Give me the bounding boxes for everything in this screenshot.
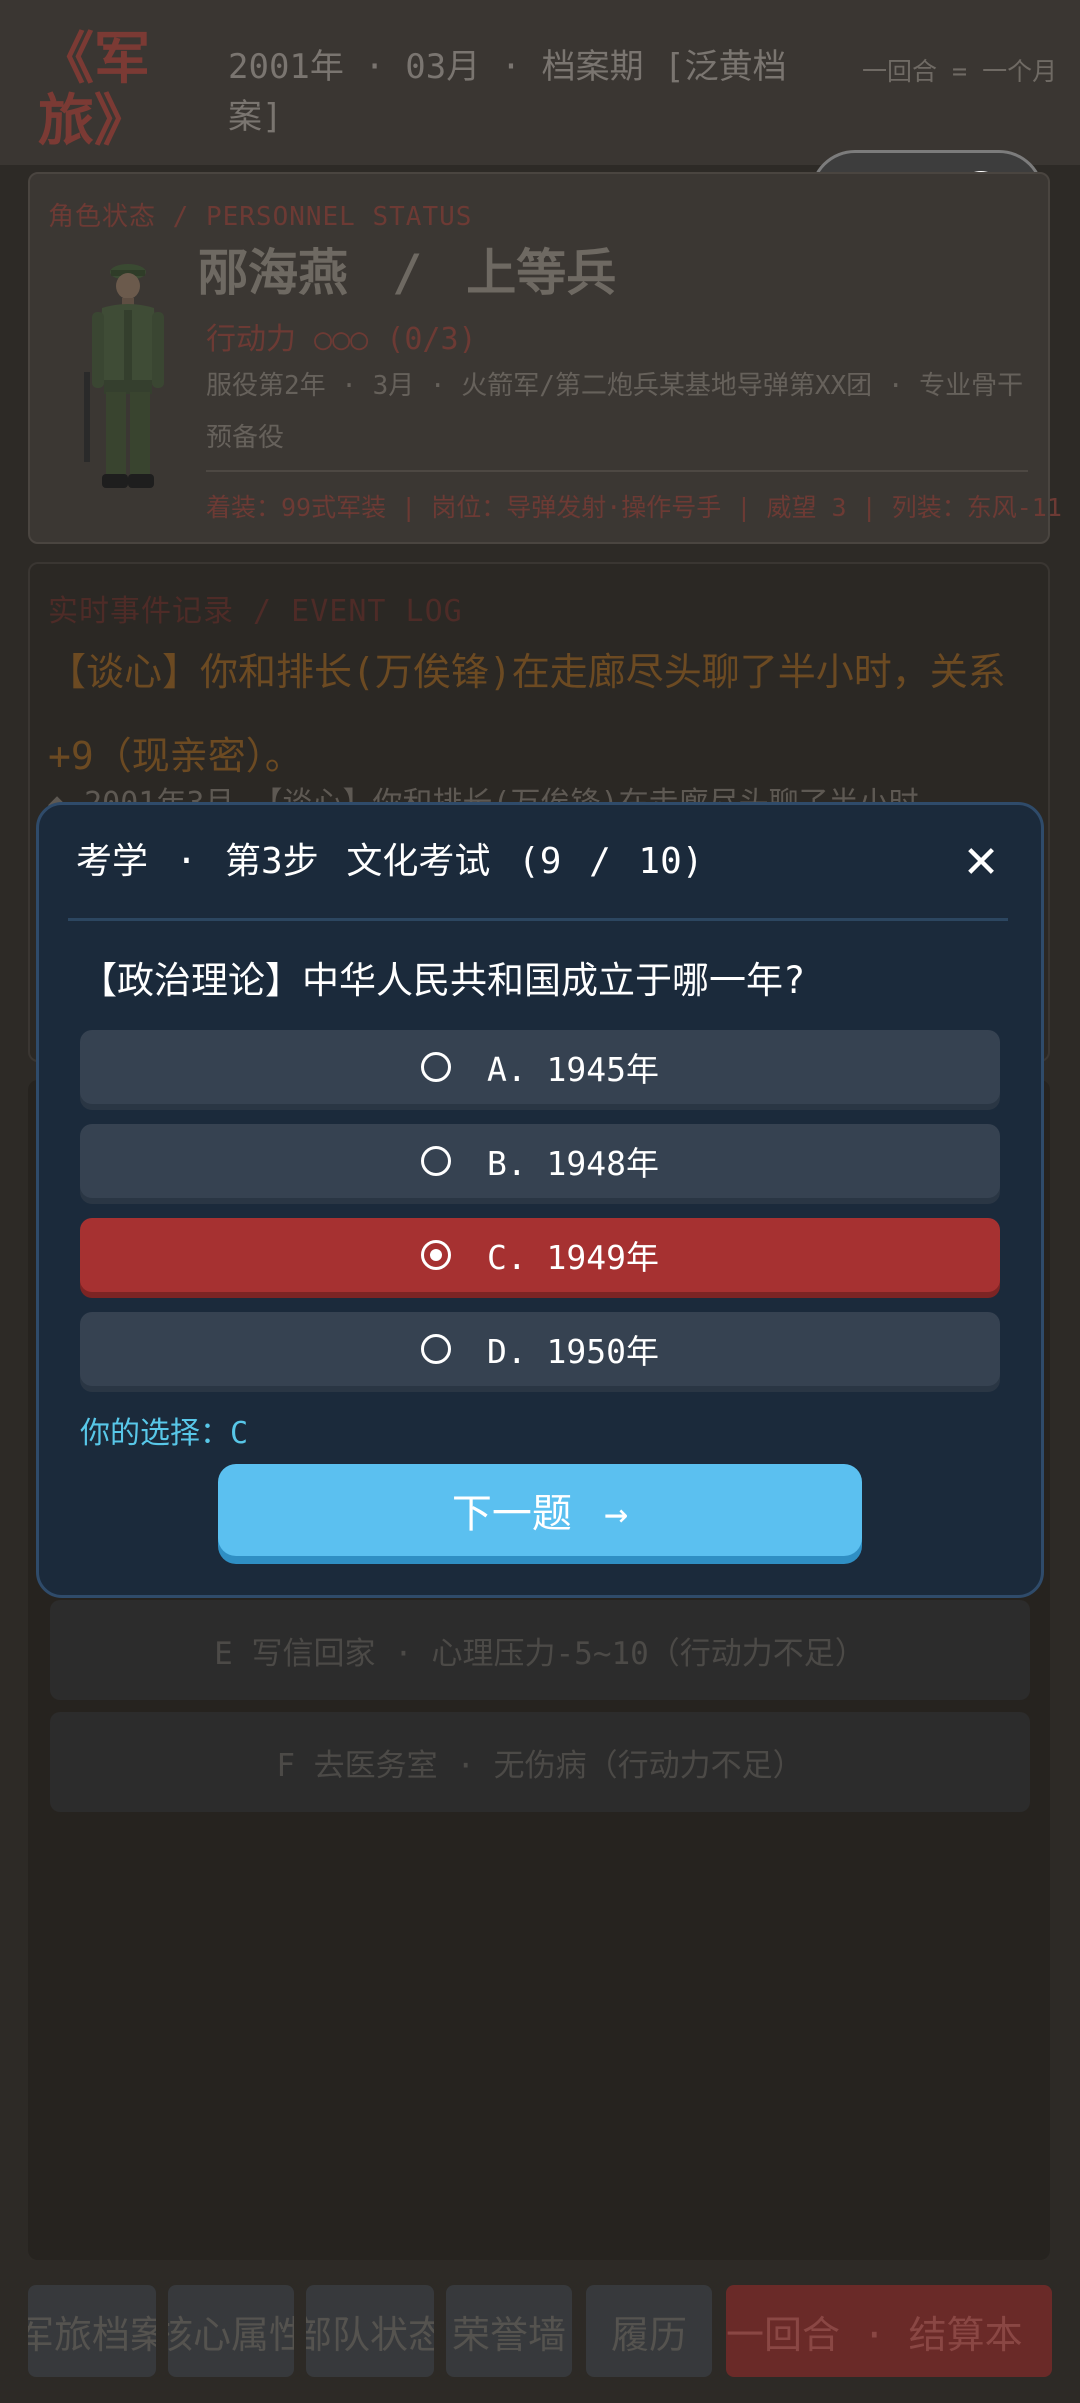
modal-title: 考学 · 第3步 文化考试 (9 / 10): [76, 841, 704, 882]
answer-option-b[interactable]: B. 1948年: [80, 1124, 1000, 1198]
tab-core-attributes[interactable]: 核心属性: [168, 2285, 294, 2377]
answer-label: A. 1945年: [486, 1050, 660, 1089]
radio-icon: [420, 1052, 451, 1082]
answer-label: C. 1949年: [486, 1238, 660, 1277]
tab-resume[interactable]: 履历: [586, 2285, 712, 2377]
event-log-heading: 实时事件记录 / EVENT LOG: [48, 594, 463, 629]
answer-option-c[interactable]: C. 1949年: [80, 1218, 1000, 1292]
close-icon[interactable]: ✕: [956, 838, 1006, 888]
action-points: 行动力 ○○○ (0/3): [206, 322, 477, 357]
answer-label: B. 1948年: [486, 1144, 660, 1183]
answer-label: D. 1950年: [486, 1332, 660, 1371]
radio-icon: [420, 1146, 451, 1176]
exam-question: 【政治理论】中华人民共和国成立于哪一年?: [80, 959, 806, 1002]
next-question-button[interactable]: 下一题 →: [218, 1464, 862, 1556]
radio-checked-icon: [420, 1240, 451, 1270]
option-clinic[interactable]: F 去医务室 · 无伤病（行动力不足）: [50, 1712, 1030, 1812]
option-write-letter[interactable]: E 写信回家 · 心理压力-5~10（行动力不足）: [50, 1600, 1030, 1700]
turn-note: 一回合 = 一个月: [862, 57, 1058, 86]
modal-divider: [68, 918, 1008, 921]
radio-icon: [420, 1334, 451, 1364]
end-turn-button[interactable]: 一回合 · 结算本: [726, 2285, 1052, 2377]
status-divider: [206, 470, 1028, 472]
tab-archive[interactable]: 军旅档案: [28, 2285, 156, 2377]
current-selection: 你的选择：C: [80, 1416, 249, 1451]
tab-unit-status[interactable]: 部队状态: [306, 2285, 434, 2377]
game-title: 《军旅》: [38, 26, 150, 154]
answer-option-d[interactable]: D. 1950年: [80, 1312, 1000, 1386]
period-info: 2001年 · 03月 · 档案期 [泛黄档案]: [228, 47, 787, 137]
service-info: 服役第2年 · 3月 · 火箭军/第二炮兵某基地导弹第XX团 · 专业骨干预备役: [206, 371, 1024, 453]
status-heading: 角色状态 / PERSONNEL STATUS: [48, 202, 473, 232]
soldier-avatar: [84, 264, 164, 488]
character-name-rank: 邴海燕 / 上等兵: [198, 244, 617, 302]
event-log-headline: 【谈心】你和排长(万俟锋)在走廊尽头聊了半小时，关系+9（现亲密）。: [48, 650, 1006, 778]
equipment-info: 着装：99式军装 | 岗位：导弹发射·操作号手 | 威望 3 | 列装：东风-1…: [206, 493, 1062, 522]
answer-option-a[interactable]: A. 1945年: [80, 1030, 1000, 1104]
tab-honor-wall[interactable]: 荣誉墙: [446, 2285, 572, 2377]
